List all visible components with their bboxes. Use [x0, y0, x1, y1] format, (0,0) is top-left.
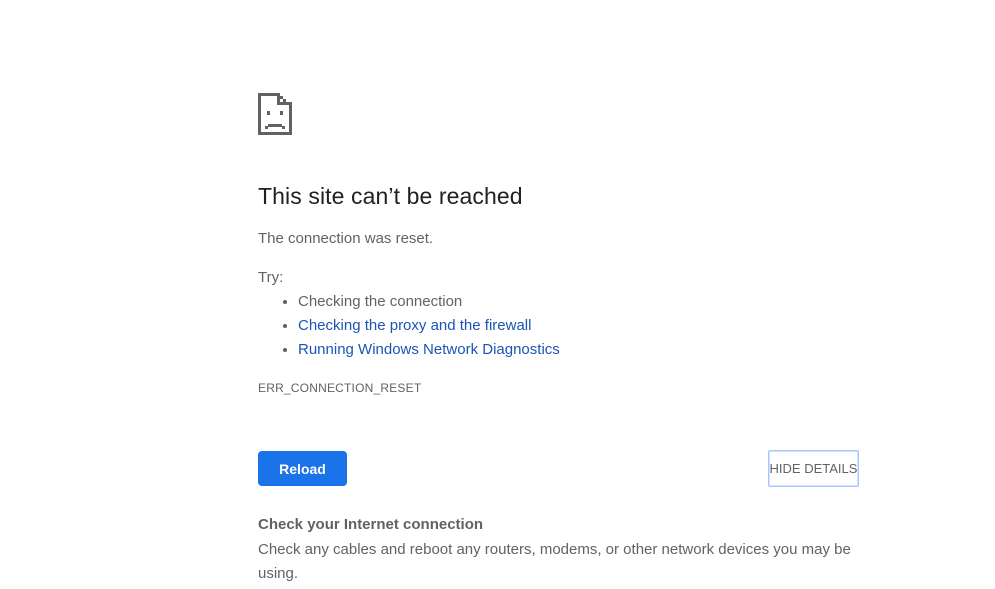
suggestion-run-network-diagnostics[interactable]: Running Windows Network Diagnostics: [298, 338, 560, 362]
sad-page-icon: [258, 93, 292, 135]
suggestion-check-connection: Checking the connection: [298, 290, 560, 314]
suggestions-list: Checking the connection Checking the pro…: [258, 290, 560, 362]
try-label: Try:: [258, 269, 284, 286]
error-summary: The connection was reset.: [258, 230, 434, 247]
suggestion-link[interactable]: Checking the proxy and the firewall: [298, 317, 531, 334]
details-text: Check any cables and reboot any routers,…: [258, 541, 851, 582]
reload-button[interactable]: Reload: [258, 451, 347, 486]
suggestion-check-proxy-firewall[interactable]: Checking the proxy and the firewall: [298, 314, 560, 338]
hide-details-button[interactable]: HIDE DETAILS: [768, 450, 859, 487]
details-heading: Check your Internet connection: [258, 516, 484, 533]
suggestion-link[interactable]: Running Windows Network Diagnostics: [298, 341, 560, 358]
suggestion-label: Checking the connection: [298, 293, 463, 310]
error-code: ERR_CONNECTION_RESET: [258, 381, 422, 395]
error-page: This site can’t be reached The connectio…: [0, 0, 995, 589]
page-title: This site can’t be reached: [258, 183, 523, 209]
